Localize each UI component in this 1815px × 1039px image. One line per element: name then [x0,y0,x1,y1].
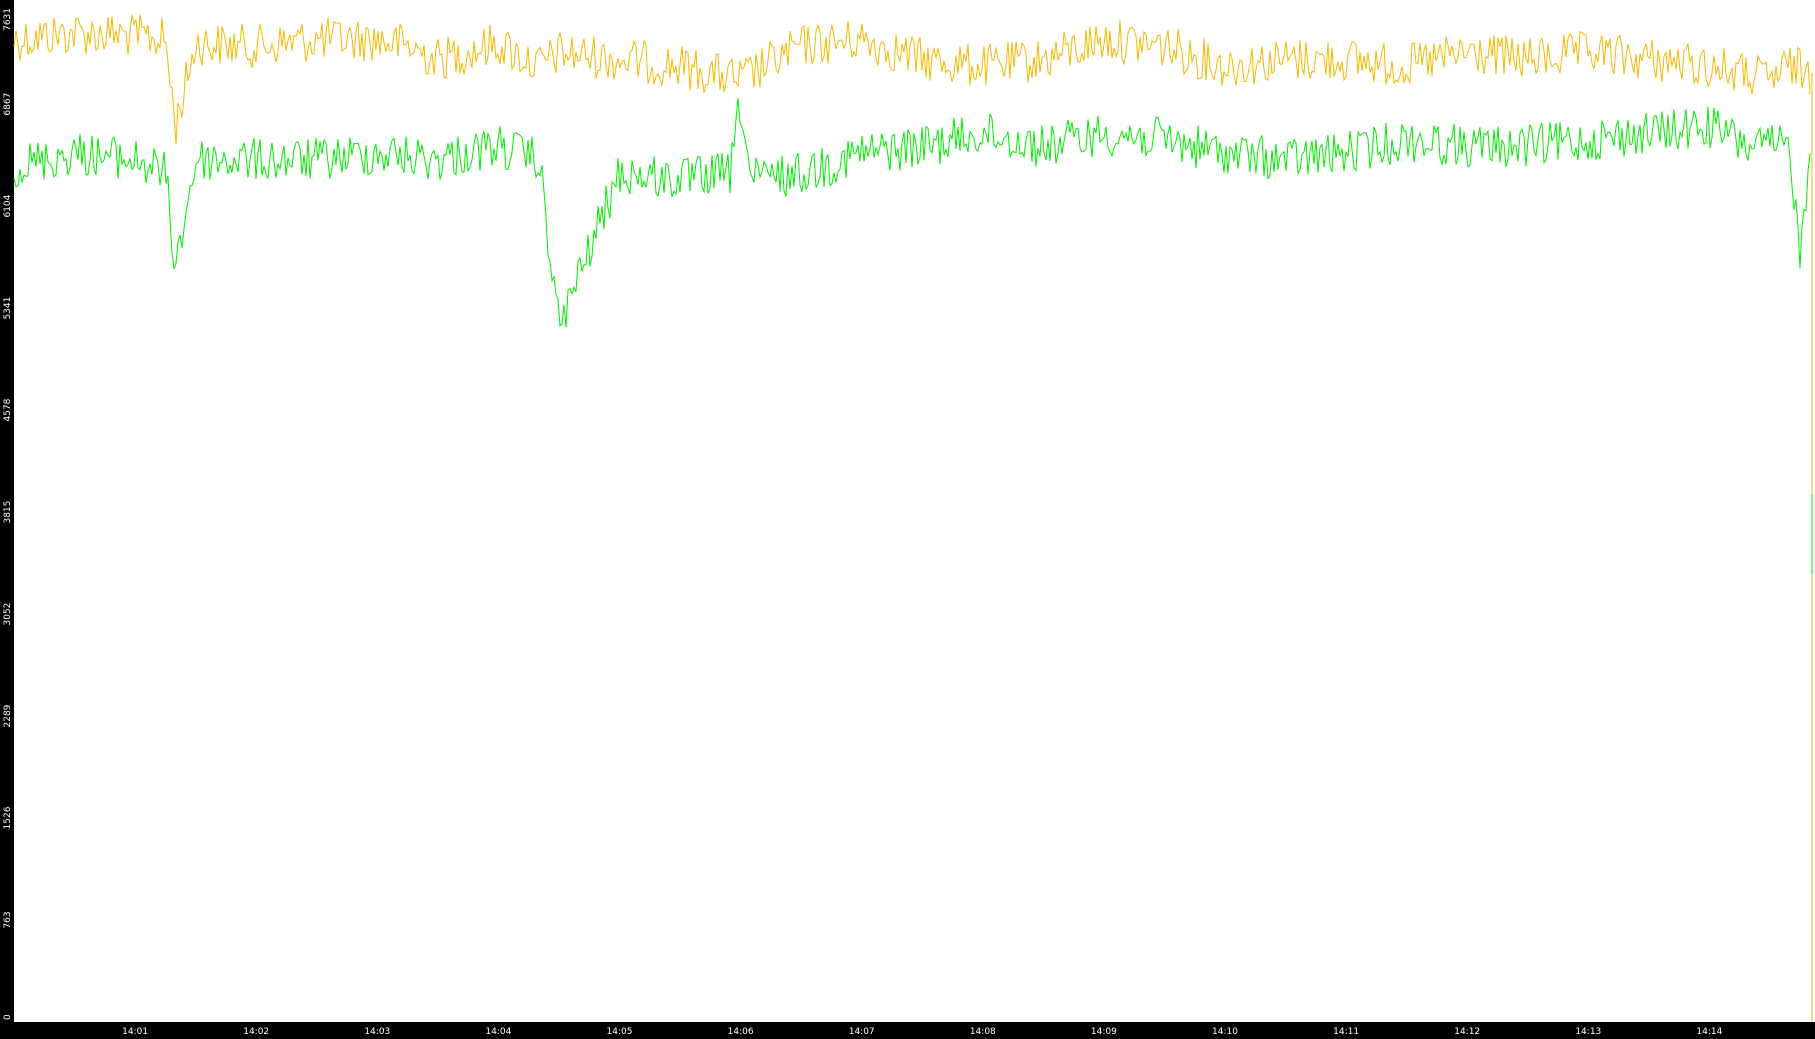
y-tick-label: 0 [3,1014,13,1020]
x-tick-label: 14:03 [364,1027,390,1037]
y-tick-label: 763 [3,911,13,928]
y-tick-label: 6104 [3,194,13,217]
y-tick-label: 4578 [3,398,13,421]
line-chart: 0 763 1526 2289 3052 3815 4578 5341 6104 6867 7631… [0,0,1815,1039]
y-tick-label: 5341 [3,297,13,320]
x-tick-label: 14:06 [728,1027,754,1037]
x-tick-label: 14:08 [970,1027,996,1037]
x-tick-label: 14:02 [243,1027,269,1037]
x-tick-label: 14:11 [1333,1027,1359,1037]
x-tick-label: 14:09 [1091,1027,1117,1037]
y-tick-label: 6867 [3,93,13,116]
x-tick-label: 14:04 [485,1027,511,1037]
y-tick-label: 1526 [3,806,13,829]
y-tick-label: 3052 [3,603,13,626]
plot-background [0,0,1815,1039]
x-tick-label: 14:07 [849,1027,875,1037]
x-tick-label: 14:10 [1212,1027,1238,1037]
y-tick-label: 2289 [3,704,13,727]
x-axis-bar [0,1022,1815,1039]
x-tick-label: 14:12 [1454,1027,1480,1037]
y-tick-label: 7631 [3,8,13,31]
x-tick-label: 14:01 [122,1027,148,1037]
x-tick-label: 14:13 [1575,1027,1601,1037]
x-tick-label: 14:14 [1696,1027,1722,1037]
x-tick-label: 14:05 [607,1027,633,1037]
y-tick-label: 3815 [3,501,13,524]
